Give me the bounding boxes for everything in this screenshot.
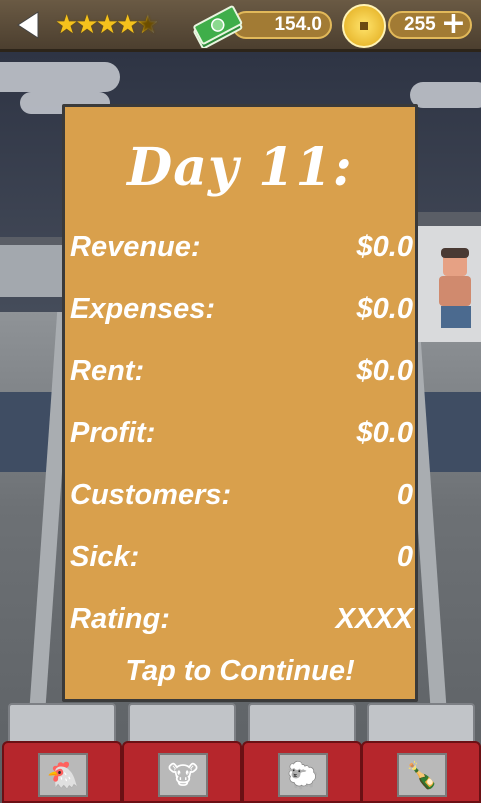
chicken-icon: 🐔 xyxy=(46,761,80,791)
cash-stack-icon xyxy=(188,4,244,49)
stat-label: Expenses: xyxy=(70,293,216,325)
tap-to-continue-label[interactable]: Tap to Continue! xyxy=(65,655,415,688)
star-icon: ★ xyxy=(115,10,139,40)
rating-row: Rating: XXXX xyxy=(70,603,413,643)
sick-row: Sick: 0 xyxy=(70,541,413,581)
money-counter: 154.0 xyxy=(232,11,332,39)
ingredient-tray-chicken[interactable]: 🐔 xyxy=(2,703,122,803)
tray-lid xyxy=(367,703,475,743)
stat-label: Rating: xyxy=(70,603,170,635)
back-arrow-icon[interactable] xyxy=(14,10,44,40)
stat-value: 0 xyxy=(396,541,413,573)
stat-value: $0.0 xyxy=(356,417,413,449)
revenue-row: Revenue: $0.0 xyxy=(70,231,413,271)
rating-stars: ★★★★★ xyxy=(55,10,160,40)
stat-label: Customers: xyxy=(70,479,232,511)
money-value: 154.0 xyxy=(274,14,322,35)
tray-slot: 🍾 xyxy=(397,753,447,797)
top-bar: ★★★★★ 154.0 255 + xyxy=(0,0,481,52)
day-title: Day 11: xyxy=(127,137,353,198)
add-coins-plus-icon[interactable]: + xyxy=(441,9,466,39)
tray-slot: 🐔 xyxy=(38,753,88,797)
tray-lid xyxy=(8,703,116,743)
day-summary-panel[interactable]: Day 11: Revenue: $0.0 Expenses: $0.0 Ren… xyxy=(62,104,418,702)
tray-slot: 🐮 xyxy=(158,753,208,797)
coin-value: 255 xyxy=(404,14,436,35)
sheep-icon: 🐑 xyxy=(286,761,320,791)
ingredient-tray-sheep[interactable]: 🐑 xyxy=(242,703,362,803)
gold-coin-icon xyxy=(342,4,386,48)
customers-row: Customers: 0 xyxy=(70,479,413,519)
half-star-icon: ★ xyxy=(136,10,159,40)
stat-label: Profit: xyxy=(70,417,156,449)
coin-counter: 255 + xyxy=(388,9,472,39)
village-houses xyxy=(0,237,70,297)
stat-value: $0.0 xyxy=(356,293,413,325)
expenses-row: Expenses: $0.0 xyxy=(70,293,413,333)
star-icon: ★ xyxy=(75,10,98,40)
stat-label: Revenue: xyxy=(70,231,201,263)
stat-label: Sick: xyxy=(70,541,140,573)
profit-row: Profit: $0.0 xyxy=(70,417,413,457)
cow-icon: 🐮 xyxy=(167,761,199,791)
stat-value: $0.0 xyxy=(356,231,413,263)
bottle-icon: 🍾 xyxy=(405,761,439,791)
ingredient-tray-bottle[interactable]: 🍾 xyxy=(361,703,481,803)
cloud xyxy=(410,82,481,108)
stat-value: 0 xyxy=(396,479,413,511)
stat-value: $0.0 xyxy=(356,355,413,387)
stat-label: Rent: xyxy=(70,355,145,387)
tray-lid xyxy=(128,703,236,743)
ingredient-tray-cow[interactable]: 🐮 xyxy=(122,703,242,803)
rent-row: Rent: $0.0 xyxy=(70,355,413,395)
star-icon: ★ xyxy=(95,10,119,40)
tray-slot: 🐑 xyxy=(278,753,328,797)
customer-character xyxy=(435,248,475,332)
tray-lid xyxy=(248,703,356,743)
cloud xyxy=(0,62,120,92)
star-icon: ★ xyxy=(55,10,78,40)
stat-value: XXXX xyxy=(335,603,413,635)
